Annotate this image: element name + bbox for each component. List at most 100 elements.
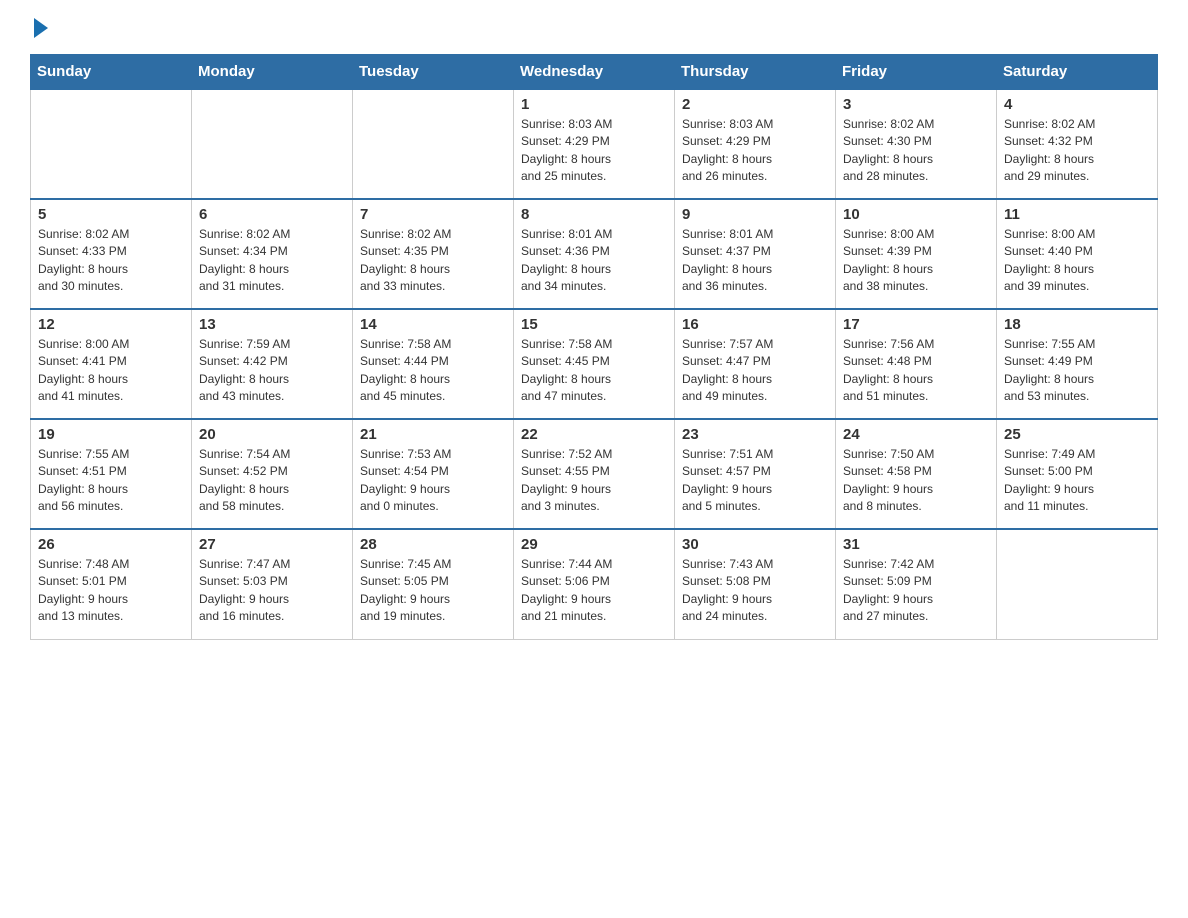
day-info: Sunrise: 8:02 AM Sunset: 4:30 PM Dayligh… <box>843 116 989 186</box>
day-number: 11 <box>1004 206 1150 223</box>
day-info: Sunrise: 7:50 AM Sunset: 4:58 PM Dayligh… <box>843 446 989 516</box>
weekday-header-tuesday: Tuesday <box>353 55 514 90</box>
weekday-header-wednesday: Wednesday <box>514 55 675 90</box>
day-info: Sunrise: 7:45 AM Sunset: 5:05 PM Dayligh… <box>360 556 506 626</box>
day-info: Sunrise: 7:49 AM Sunset: 5:00 PM Dayligh… <box>1004 446 1150 516</box>
day-info: Sunrise: 7:42 AM Sunset: 5:09 PM Dayligh… <box>843 556 989 626</box>
calendar-day-31: 31 Sunrise: 7:42 AM Sunset: 5:09 PM Dayli… <box>836 529 997 639</box>
day-info: Sunrise: 7:47 AM Sunset: 5:03 PM Dayligh… <box>199 556 345 626</box>
calendar-day-30: 30Sunrise: 7:43 AM Sunset: 5:08 PM Dayli… <box>675 529 836 639</box>
calendar-empty-cell <box>192 89 353 199</box>
calendar-day-26: 26 Sunrise: 7:48 AM Sunset: 5:01 PM Dayli… <box>31 529 192 639</box>
day-number: 18 <box>1004 316 1150 333</box>
calendar-day-3: 3 Sunrise: 8:02 AM Sunset: 4:30 PM Daylig… <box>836 89 997 199</box>
day-number: 12 <box>38 316 184 333</box>
calendar-day-8: 8 Sunrise: 8:01 AM Sunset: 4:36 PM Daylig… <box>514 199 675 309</box>
day-number: 22 <box>521 426 667 443</box>
calendar-week-row: 12 Sunrise: 8:00 AM Sunset: 4:41 PM Dayli… <box>31 309 1158 419</box>
calendar-day-28: 28 Sunrise: 7:45 AM Sunset: 5:05 PM Dayli… <box>353 529 514 639</box>
calendar-day-13: 13 Sunrise: 7:59 AM Sunset: 4:42 PM Dayli… <box>192 309 353 419</box>
calendar-day-24: 24 Sunrise: 7:50 AM Sunset: 4:58 PM Dayli… <box>836 419 997 529</box>
calendar-day-27: 27 Sunrise: 7:47 AM Sunset: 5:03 PM Dayli… <box>192 529 353 639</box>
day-number: 29 <box>521 536 667 553</box>
weekday-header-monday: Monday <box>192 55 353 90</box>
day-info: Sunrise: 7:53 AM Sunset: 4:54 PM Dayligh… <box>360 446 506 516</box>
calendar-table: SundayMondayTuesdayWednesdayThursdayFrid… <box>30 54 1158 640</box>
calendar-day-5: 5 Sunrise: 8:02 AM Sunset: 4:33 PM Daylig… <box>31 199 192 309</box>
day-info: Sunrise: 7:55 AM Sunset: 4:49 PM Dayligh… <box>1004 336 1150 406</box>
calendar-day-10: 10Sunrise: 8:00 AM Sunset: 4:39 PM Dayli… <box>836 199 997 309</box>
calendar-week-row: 26 Sunrise: 7:48 AM Sunset: 5:01 PM Dayli… <box>31 529 1158 639</box>
day-number: 8 <box>521 206 667 223</box>
day-info: Sunrise: 8:01 AM Sunset: 4:36 PM Dayligh… <box>521 226 667 296</box>
day-number: 7 <box>360 206 506 223</box>
calendar-week-row: 19Sunrise: 7:55 AM Sunset: 4:51 PM Dayli… <box>31 419 1158 529</box>
day-number: 16 <box>682 316 828 333</box>
day-info: Sunrise: 7:59 AM Sunset: 4:42 PM Dayligh… <box>199 336 345 406</box>
calendar-day-21: 21 Sunrise: 7:53 AM Sunset: 4:54 PM Dayli… <box>353 419 514 529</box>
day-number: 6 <box>199 206 345 223</box>
day-info: Sunrise: 7:58 AM Sunset: 4:44 PM Dayligh… <box>360 336 506 406</box>
calendar-day-14: 14 Sunrise: 7:58 AM Sunset: 4:44 PM Dayli… <box>353 309 514 419</box>
day-number: 9 <box>682 206 828 223</box>
calendar-day-18: 18 Sunrise: 7:55 AM Sunset: 4:49 PM Dayli… <box>997 309 1158 419</box>
calendar-day-7: 7 Sunrise: 8:02 AM Sunset: 4:35 PM Daylig… <box>353 199 514 309</box>
day-info: Sunrise: 8:03 AM Sunset: 4:29 PM Dayligh… <box>521 116 667 186</box>
day-number: 17 <box>843 316 989 333</box>
day-info: Sunrise: 7:51 AM Sunset: 4:57 PM Dayligh… <box>682 446 828 516</box>
day-number: 21 <box>360 426 506 443</box>
calendar-day-1: 1Sunrise: 8:03 AM Sunset: 4:29 PM Daylig… <box>514 89 675 199</box>
day-number: 15 <box>521 316 667 333</box>
calendar-day-15: 15Sunrise: 7:58 AM Sunset: 4:45 PM Dayli… <box>514 309 675 419</box>
weekday-header-sunday: Sunday <box>31 55 192 90</box>
calendar-day-29: 29 Sunrise: 7:44 AM Sunset: 5:06 PM Dayli… <box>514 529 675 639</box>
day-number: 26 <box>38 536 184 553</box>
calendar-day-2: 2 Sunrise: 8:03 AM Sunset: 4:29 PM Daylig… <box>675 89 836 199</box>
day-number: 25 <box>1004 426 1150 443</box>
day-info: Sunrise: 8:00 AM Sunset: 4:41 PM Dayligh… <box>38 336 184 406</box>
calendar-day-16: 16 Sunrise: 7:57 AM Sunset: 4:47 PM Dayli… <box>675 309 836 419</box>
day-number: 23 <box>682 426 828 443</box>
calendar-day-6: 6 Sunrise: 8:02 AM Sunset: 4:34 PM Daylig… <box>192 199 353 309</box>
calendar-day-9: 9 Sunrise: 8:01 AM Sunset: 4:37 PM Daylig… <box>675 199 836 309</box>
calendar-day-12: 12 Sunrise: 8:00 AM Sunset: 4:41 PM Dayli… <box>31 309 192 419</box>
day-info: Sunrise: 8:01 AM Sunset: 4:37 PM Dayligh… <box>682 226 828 296</box>
calendar-day-23: 23 Sunrise: 7:51 AM Sunset: 4:57 PM Dayli… <box>675 419 836 529</box>
day-info: Sunrise: 7:43 AM Sunset: 5:08 PM Dayligh… <box>682 556 828 626</box>
day-info: Sunrise: 7:57 AM Sunset: 4:47 PM Dayligh… <box>682 336 828 406</box>
day-number: 4 <box>1004 96 1150 113</box>
day-number: 13 <box>199 316 345 333</box>
day-info: Sunrise: 7:52 AM Sunset: 4:55 PM Dayligh… <box>521 446 667 516</box>
day-info: Sunrise: 7:56 AM Sunset: 4:48 PM Dayligh… <box>843 336 989 406</box>
logo <box>30 20 48 38</box>
day-number: 31 <box>843 536 989 553</box>
day-number: 2 <box>682 96 828 113</box>
calendar-week-row: 1Sunrise: 8:03 AM Sunset: 4:29 PM Daylig… <box>31 89 1158 199</box>
calendar-day-20: 20Sunrise: 7:54 AM Sunset: 4:52 PM Dayli… <box>192 419 353 529</box>
day-info: Sunrise: 7:44 AM Sunset: 5:06 PM Dayligh… <box>521 556 667 626</box>
day-number: 19 <box>38 426 184 443</box>
day-number: 27 <box>199 536 345 553</box>
day-number: 5 <box>38 206 184 223</box>
day-number: 28 <box>360 536 506 553</box>
day-info: Sunrise: 8:02 AM Sunset: 4:35 PM Dayligh… <box>360 226 506 296</box>
calendar-empty-cell <box>353 89 514 199</box>
weekday-header-saturday: Saturday <box>997 55 1158 90</box>
weekday-header-thursday: Thursday <box>675 55 836 90</box>
weekday-header-friday: Friday <box>836 55 997 90</box>
day-number: 14 <box>360 316 506 333</box>
calendar-empty-cell <box>997 529 1158 639</box>
calendar-day-17: 17 Sunrise: 7:56 AM Sunset: 4:48 PM Dayli… <box>836 309 997 419</box>
weekday-header-row: SundayMondayTuesdayWednesdayThursdayFrid… <box>31 55 1158 90</box>
calendar-day-25: 25 Sunrise: 7:49 AM Sunset: 5:00 PM Dayli… <box>997 419 1158 529</box>
day-info: Sunrise: 8:02 AM Sunset: 4:34 PM Dayligh… <box>199 226 345 296</box>
day-number: 24 <box>843 426 989 443</box>
day-info: Sunrise: 8:03 AM Sunset: 4:29 PM Dayligh… <box>682 116 828 186</box>
day-number: 20 <box>199 426 345 443</box>
day-info: Sunrise: 7:48 AM Sunset: 5:01 PM Dayligh… <box>38 556 184 626</box>
day-number: 3 <box>843 96 989 113</box>
day-info: Sunrise: 8:00 AM Sunset: 4:40 PM Dayligh… <box>1004 226 1150 296</box>
day-info: Sunrise: 8:02 AM Sunset: 4:33 PM Dayligh… <box>38 226 184 296</box>
day-number: 10 <box>843 206 989 223</box>
calendar-day-19: 19Sunrise: 7:55 AM Sunset: 4:51 PM Dayli… <box>31 419 192 529</box>
